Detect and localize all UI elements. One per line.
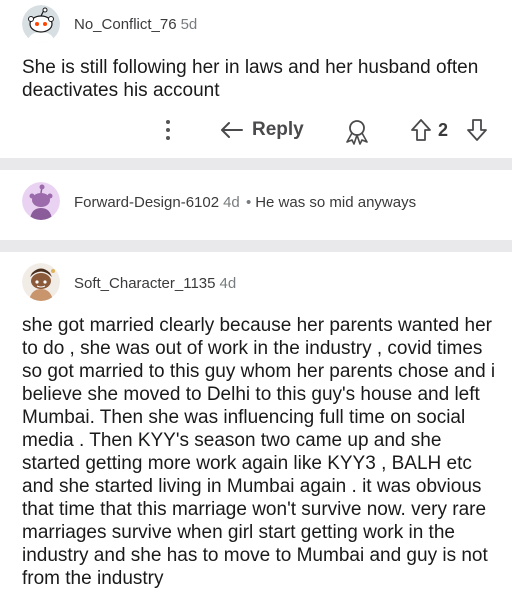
username-link[interactable]: No_Conflict_76 — [74, 16, 177, 33]
comment-body-preview: He was so mid anyways — [255, 194, 417, 211]
comment-header: Soft_Character_1135 4d — [74, 275, 236, 292]
downvote-arrow-icon[interactable] — [464, 116, 490, 144]
upvote-arrow-icon[interactable] — [408, 116, 434, 144]
award-icon[interactable] — [342, 116, 372, 146]
username-link[interactable]: Soft_Character_1135 — [74, 275, 215, 292]
comment-age: 4d — [223, 194, 240, 211]
comment-header: Forward-Design-6102 4d • He was so mid any… — [74, 194, 416, 211]
comment-2-collapsed[interactable]: Forward-Design-6102 4d • He was so mid any… — [0, 170, 512, 240]
reply-button[interactable]: Reply — [220, 114, 304, 146]
comment-age: 4d — [219, 275, 237, 292]
comment-body: She is still following her in laws and h… — [22, 57, 479, 101]
comment-header: No_Conflict_76 5d — [74, 16, 197, 33]
comment-body: she got married clearly because her pare… — [22, 315, 496, 589]
snoo-avatar-icon[interactable] — [22, 263, 60, 301]
vote-score: 2 — [438, 119, 449, 140]
comment-action-bar: Reply 2 — [0, 110, 512, 150]
snoo-avatar-icon[interactable] — [22, 5, 60, 43]
comment-separator — [0, 240, 512, 252]
comment-3: Soft_Character_1135 4d she got married cl… — [0, 252, 512, 604]
comment-1: No_Conflict_76 5d She is still following … — [0, 0, 512, 158]
reply-label: Reply — [252, 119, 304, 140]
comment-age: 5d — [180, 16, 198, 33]
reply-arrow-icon — [221, 122, 243, 138]
meta-separator: • — [245, 194, 252, 211]
snoo-avatar-icon[interactable] — [22, 182, 60, 220]
username-link[interactable]: Forward-Design-6102 — [74, 194, 219, 211]
comment-separator — [0, 158, 512, 170]
more-options-icon[interactable] — [158, 116, 178, 144]
